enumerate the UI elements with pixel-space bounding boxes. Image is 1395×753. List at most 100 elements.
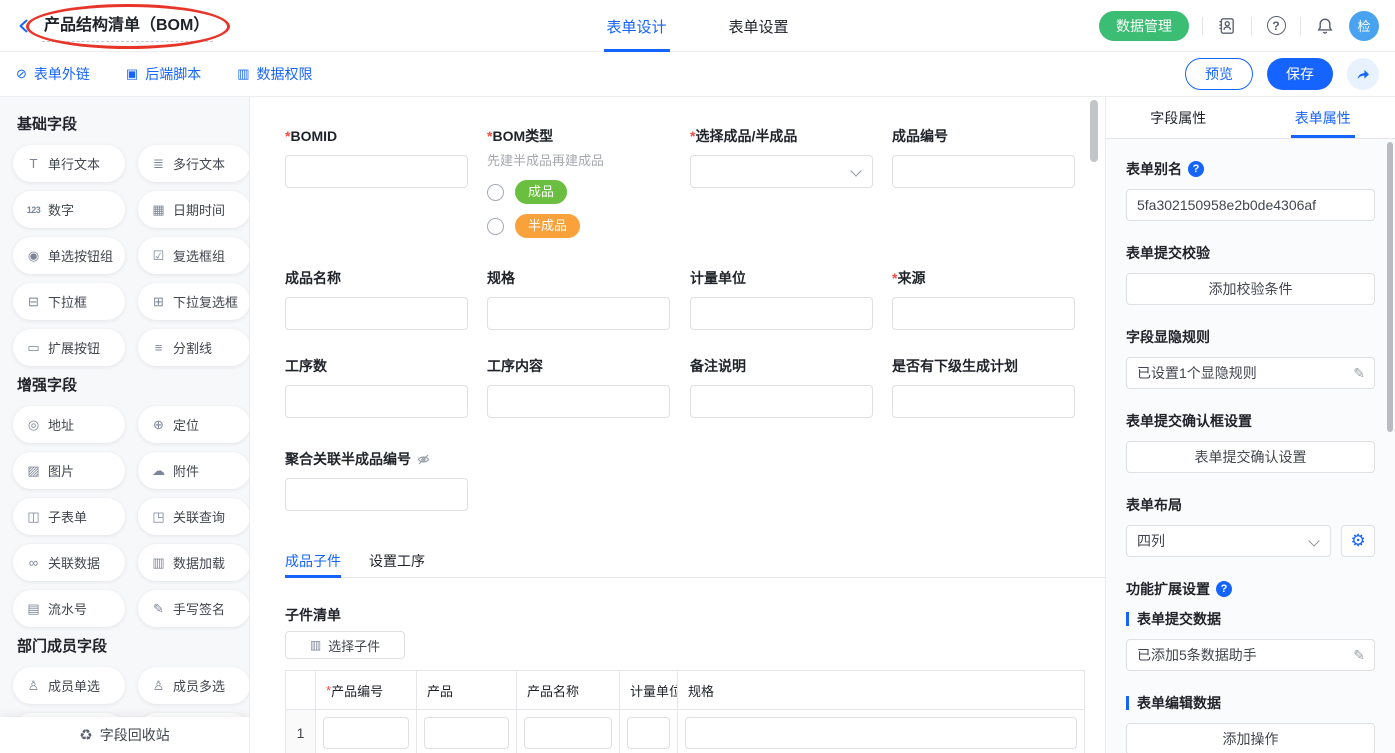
field-item-linked-data[interactable]: ∞关联数据: [13, 544, 125, 581]
field-item-address[interactable]: ◎地址: [13, 406, 125, 443]
field-process-count[interactable]: 工序数: [285, 356, 468, 418]
form-design-canvas[interactable]: *BOMID *BOM类型 先建半成品再建成品 成品 半成品 *选择成品/半成品…: [250, 97, 1105, 753]
field-remark[interactable]: 备注说明: [690, 356, 873, 418]
product-name-input[interactable]: [285, 297, 468, 330]
avatar[interactable]: 检: [1349, 11, 1379, 41]
tab-form-settings[interactable]: 表单设置: [729, 0, 789, 52]
field-product-name[interactable]: 成品名称: [285, 268, 468, 330]
radio-finished-product[interactable]: [487, 184, 504, 201]
product-code-input[interactable]: [892, 155, 1075, 188]
has-sub-plan-input[interactable]: [892, 385, 1075, 418]
field-item-linked-query[interactable]: ◳关联查询: [138, 498, 250, 535]
field-item-single-line-text[interactable]: T单行文本: [13, 145, 125, 182]
field-item-checkbox-group[interactable]: ☑复选框组: [138, 237, 250, 274]
field-item-datetime[interactable]: ▦日期时间: [138, 191, 250, 228]
spec-input[interactable]: [487, 297, 670, 330]
visibility-rules-box[interactable]: 已设置1个显隐规则 ✎: [1126, 357, 1375, 389]
submit-confirm-button[interactable]: 表单提交确认设置: [1126, 441, 1375, 473]
field-item-dropdown-multi[interactable]: ⊞下拉复选框: [138, 283, 250, 320]
field-process-content[interactable]: 工序内容: [487, 356, 670, 418]
field-item-radio-group[interactable]: ◉单选按钮组: [13, 237, 125, 274]
subform-title: 子件清单: [285, 605, 341, 625]
field-item-extend-button[interactable]: ▭扩展按钮: [13, 329, 125, 366]
save-button[interactable]: 保存: [1267, 58, 1333, 90]
tag-finished-product: 成品: [515, 180, 567, 204]
field-item-member-multi[interactable]: ♙成员多选: [138, 667, 250, 704]
divider-line-icon: ≡: [151, 340, 166, 355]
row1-product-code-input[interactable]: [323, 717, 409, 749]
field-item-subform[interactable]: ◫子表单: [13, 498, 125, 535]
attachment-cloud-icon: ☁: [151, 463, 166, 479]
field-item-number[interactable]: 123数字: [13, 191, 125, 228]
row1-product-name-input[interactable]: [524, 717, 612, 749]
source-input[interactable]: [892, 297, 1075, 330]
layout-gear-button[interactable]: ⚙: [1341, 525, 1375, 557]
field-label: 选择成品/半成品: [695, 128, 797, 144]
field-unit[interactable]: 计量单位: [690, 268, 873, 330]
help-badge-icon[interactable]: ?: [1216, 581, 1232, 597]
row1-product-input[interactable]: [424, 717, 509, 749]
field-label: BOM类型: [492, 128, 553, 144]
data-manage-button[interactable]: 数据管理: [1099, 11, 1189, 41]
field-bom-type[interactable]: *BOM类型 先建半成品再建成品 成品 半成品: [487, 126, 670, 238]
unit-input[interactable]: [690, 297, 873, 330]
form-layout-select[interactable]: 四列: [1126, 525, 1331, 557]
dropdown-icon: ⊟: [26, 294, 41, 310]
radio-semi-finished-product[interactable]: [487, 218, 504, 235]
field-item-image[interactable]: ▨图片: [13, 452, 125, 489]
back-icon[interactable]: [16, 18, 32, 34]
edit-icon[interactable]: ✎: [1353, 365, 1365, 382]
select-product-dropdown[interactable]: [690, 155, 873, 188]
eye-off-icon[interactable]: [416, 452, 431, 467]
form-external-link[interactable]: ⊘ 表单外链: [16, 64, 90, 84]
contacts-icon[interactable]: [1216, 15, 1238, 37]
tab-product-children[interactable]: 成品子件: [285, 545, 341, 577]
help-badge-icon[interactable]: ?: [1188, 161, 1204, 177]
process-count-input[interactable]: [285, 385, 468, 418]
edit-icon[interactable]: ✎: [1353, 647, 1365, 664]
backend-script-link[interactable]: ▣ 后端脚本: [126, 64, 201, 84]
row1-spec-input[interactable]: [685, 717, 1077, 749]
field-has-sub-plan[interactable]: 是否有下级生成计划: [892, 356, 1075, 418]
add-validation-button[interactable]: 添加校验条件: [1126, 273, 1375, 305]
app-header: 产品结构清单（BOM） 表单设计 表单设置 数据管理 ? 检: [0, 0, 1395, 52]
process-content-input[interactable]: [487, 385, 670, 418]
field-item-attachment[interactable]: ☁附件: [138, 452, 250, 489]
tab-field-properties[interactable]: 字段属性: [1106, 97, 1251, 138]
panel-scrollbar[interactable]: [1387, 142, 1393, 432]
form-alias-input[interactable]: 5fa302150958e2b0de4306af: [1126, 189, 1375, 221]
data-permission-link[interactable]: ▥ 数据权限: [237, 64, 312, 84]
share-button[interactable]: [1347, 58, 1379, 90]
canvas-scrollbar[interactable]: [1090, 100, 1098, 162]
notification-bell-icon[interactable]: [1314, 15, 1336, 37]
select-child-button[interactable]: ▥ 选择子件: [285, 631, 405, 659]
field-select-product[interactable]: *选择成品/半成品: [690, 126, 873, 188]
preview-button[interactable]: 预览: [1185, 58, 1253, 90]
tab-form-design[interactable]: 表单设计: [606, 0, 666, 52]
field-source[interactable]: *来源: [892, 268, 1075, 330]
field-product-code[interactable]: 成品编号: [892, 126, 1075, 188]
field-recycle-bin[interactable]: ♻ 字段回收站: [0, 717, 249, 753]
row1-unit-input[interactable]: [627, 717, 670, 749]
field-palette-sidebar[interactable]: 基础字段 T单行文本 ≣多行文本 123数字 ▦日期时间 ◉单选按钮组 ☑复选框…: [0, 97, 250, 753]
field-spec[interactable]: 规格: [487, 268, 670, 330]
submit-confirm-label: 表单提交确认框设置: [1126, 411, 1252, 431]
field-item-location[interactable]: ⊕定位: [138, 406, 250, 443]
remark-input[interactable]: [690, 385, 873, 418]
field-item-serial-number[interactable]: ▤流水号: [13, 590, 125, 627]
help-icon[interactable]: ?: [1265, 15, 1287, 37]
field-item-dropdown[interactable]: ⊟下拉框: [13, 283, 125, 320]
tab-set-process[interactable]: 设置工序: [369, 545, 425, 577]
field-bomid[interactable]: *BOMID: [285, 126, 468, 188]
field-item-signature[interactable]: ✎手写签名: [138, 590, 250, 627]
field-aggregate-code[interactable]: 聚合关联半成品编号: [285, 449, 468, 511]
field-item-data-load[interactable]: ▥数据加载: [138, 544, 250, 581]
submit-data-box[interactable]: 已添加5条数据助手 ✎: [1126, 639, 1375, 671]
field-item-member-single[interactable]: ♙成员单选: [13, 667, 125, 704]
aggregate-code-input[interactable]: [285, 478, 468, 511]
add-action-button[interactable]: 添加操作: [1126, 723, 1375, 753]
bomid-input[interactable]: [285, 155, 468, 188]
field-item-divider-line[interactable]: ≡分割线: [138, 329, 250, 366]
tab-form-properties[interactable]: 表单属性: [1251, 97, 1395, 138]
field-item-multi-line-text[interactable]: ≣多行文本: [138, 145, 250, 182]
